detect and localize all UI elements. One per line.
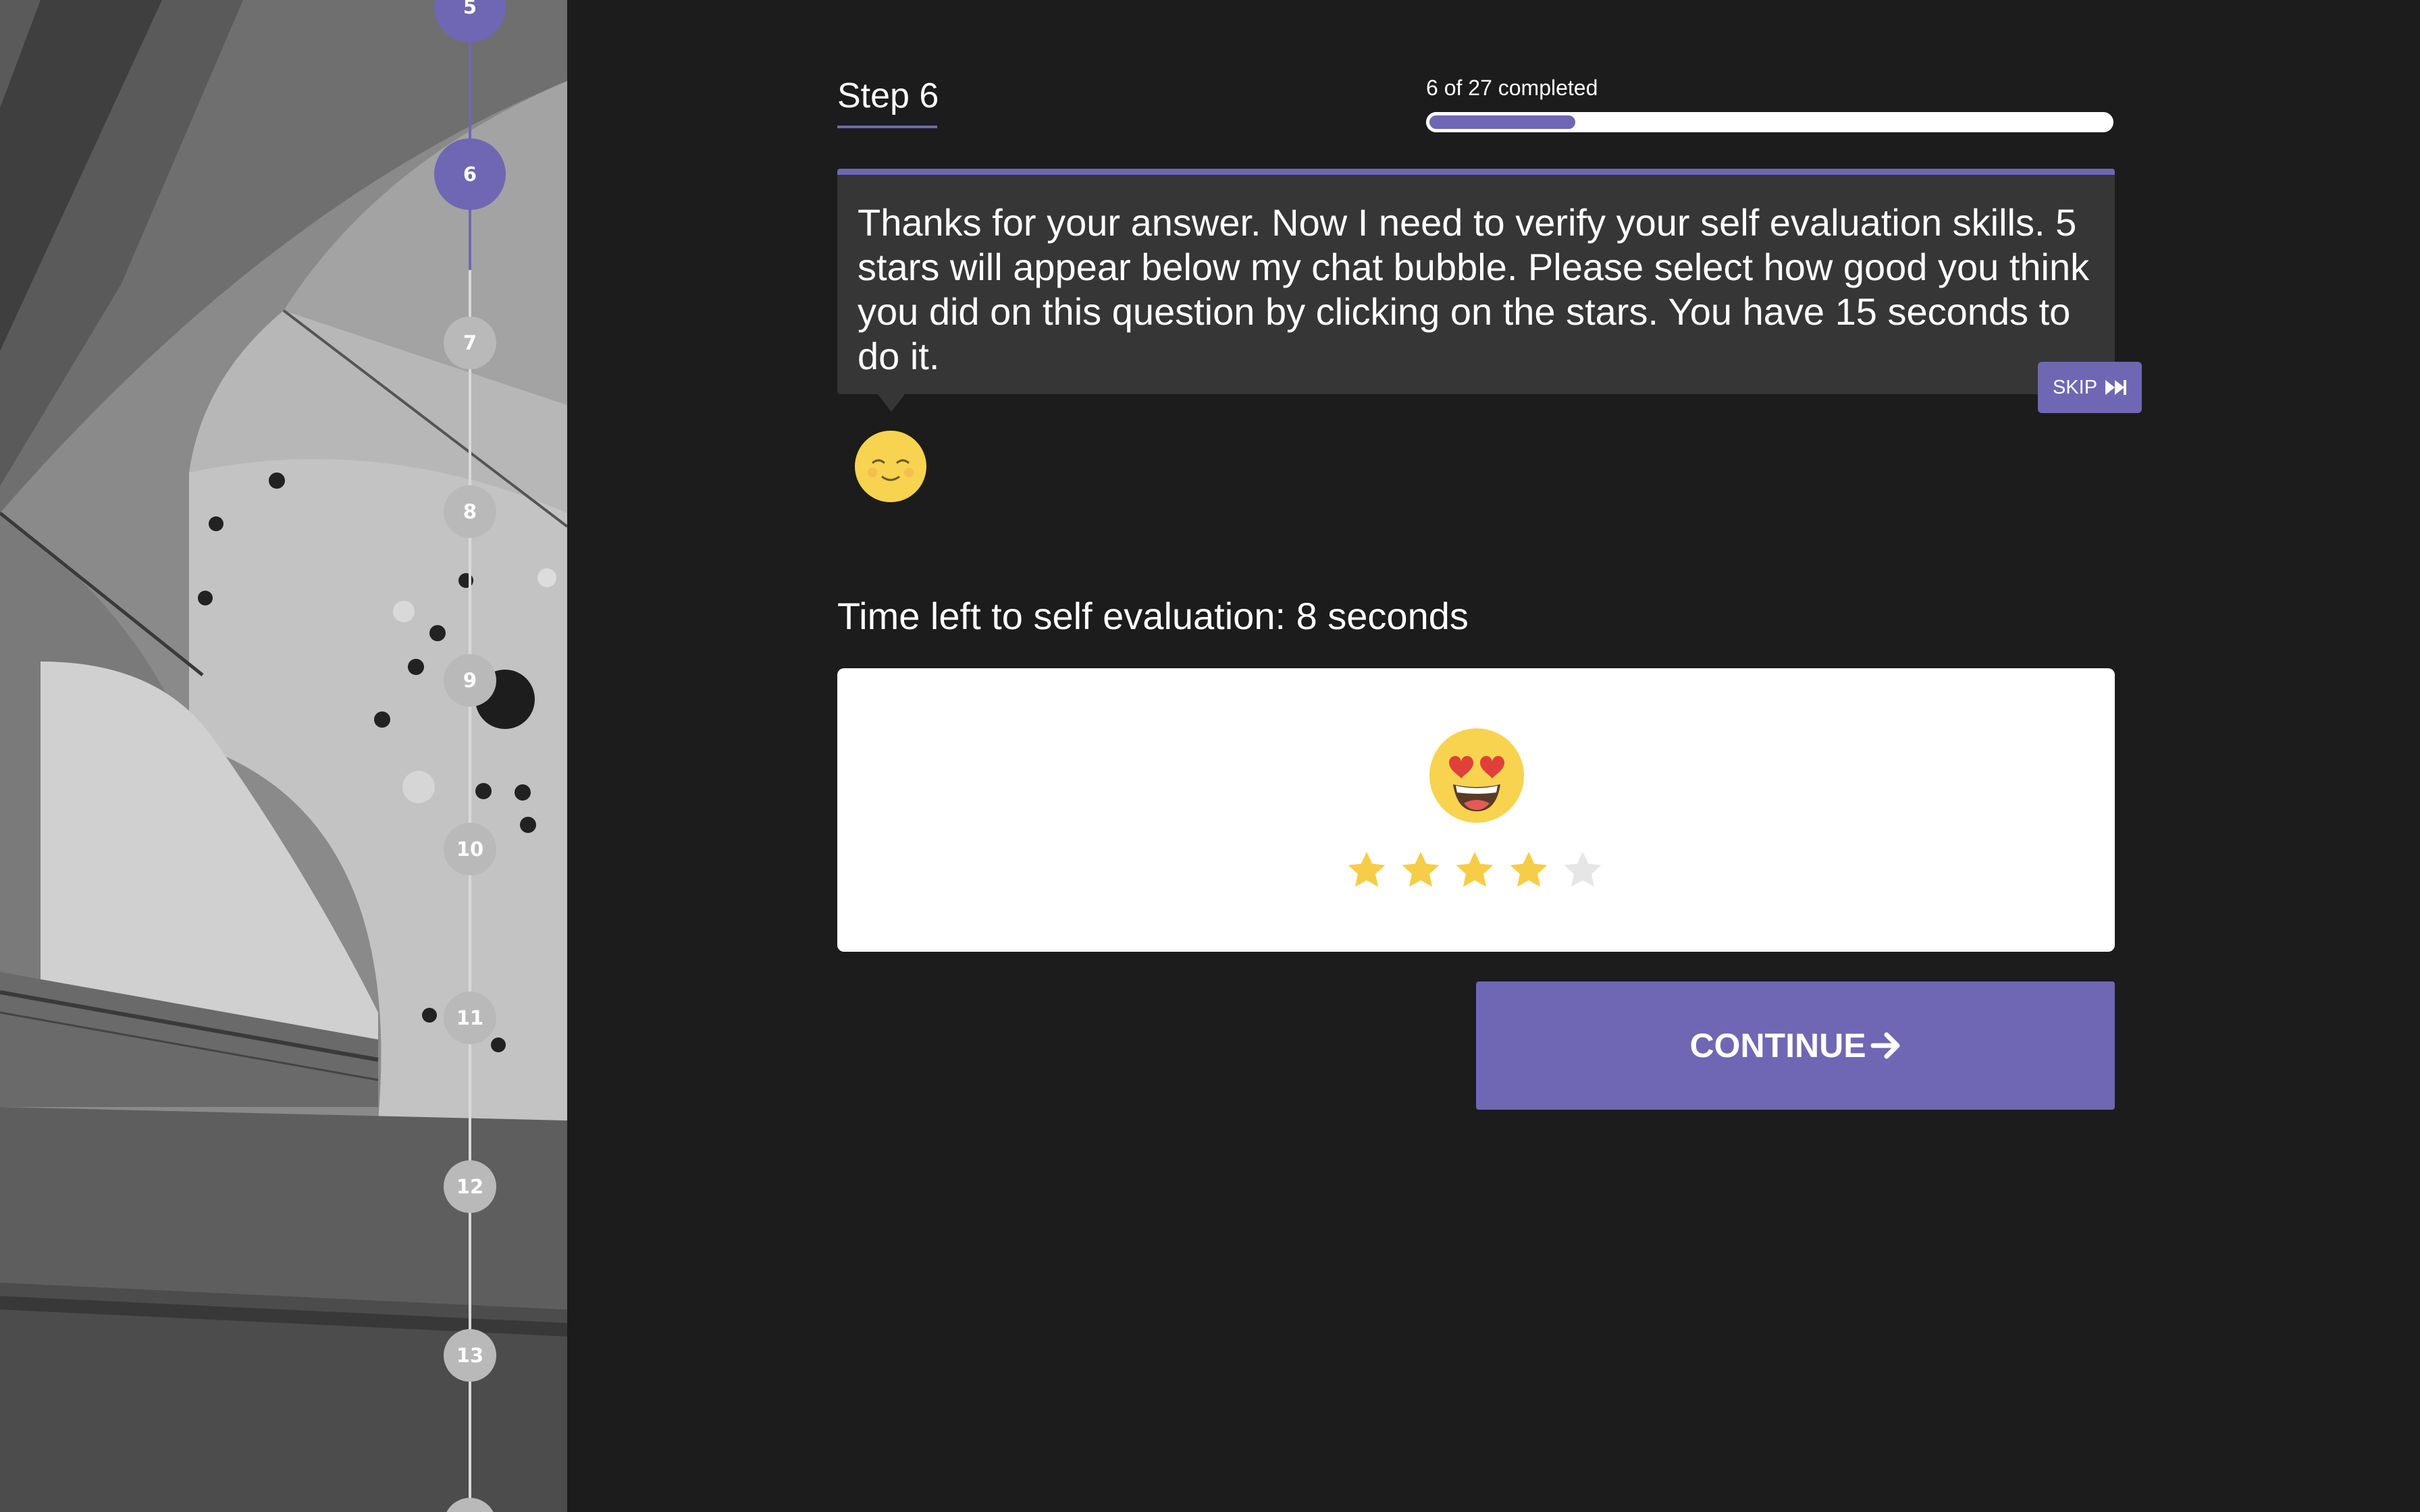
timeline-step-11[interactable]: 11 xyxy=(444,992,496,1044)
chat-bubble: Thanks for your answer. Now I need to ve… xyxy=(837,169,2115,394)
star-icon-3[interactable] xyxy=(1453,849,1496,892)
timeline-track-progress xyxy=(469,0,471,270)
skip-button-label: SKIP xyxy=(2052,376,2098,398)
chat-message: Thanks for your answer. Now I need to ve… xyxy=(858,201,2090,377)
self-evaluation-timer: Time left to self evaluation: 8 seconds xyxy=(837,595,1469,637)
continue-button[interactable]: CONTINUE xyxy=(1476,981,2115,1110)
progress-bar-fill xyxy=(1426,112,1579,132)
star-icon-5[interactable] xyxy=(1561,849,1604,892)
rating-card xyxy=(837,668,2115,952)
timeline-step-10[interactable]: 10 xyxy=(444,823,496,875)
continue-button-label: CONTINUE xyxy=(1689,1027,1866,1064)
fast-forward-icon xyxy=(2105,380,2127,395)
star-icon-2[interactable] xyxy=(1399,849,1442,892)
architecture-background-image xyxy=(0,0,567,1512)
progress-label: 6 of 27 completed xyxy=(1426,76,1598,100)
timeline-step-12[interactable]: 12 xyxy=(444,1160,496,1213)
timeline-panel: 5 6 7 8 9 10 11 12 13 xyxy=(0,0,567,1512)
star-icon-4[interactable] xyxy=(1507,849,1550,892)
star-icon-1[interactable] xyxy=(1345,849,1388,892)
step-title-underline xyxy=(837,126,937,128)
skip-button[interactable]: SKIP xyxy=(2038,362,2142,413)
timeline-step-6[interactable]: 6 xyxy=(444,148,496,200)
smiling-face-emoji xyxy=(855,431,926,502)
timeline-step-9[interactable]: 9 xyxy=(444,654,496,707)
step-title: Step 6 xyxy=(837,76,939,115)
timeline-step-8[interactable]: 8 xyxy=(444,485,496,538)
star-rating xyxy=(1345,849,1604,892)
timeline-step-13[interactable]: 13 xyxy=(444,1329,496,1382)
heart-eyes-emoji xyxy=(1429,728,1524,823)
progress-bar xyxy=(1426,112,2113,132)
timeline-step-7[interactable]: 7 xyxy=(444,317,496,369)
arrow-right-icon xyxy=(1870,1032,1900,1059)
chat-bubble-tail xyxy=(878,394,905,412)
